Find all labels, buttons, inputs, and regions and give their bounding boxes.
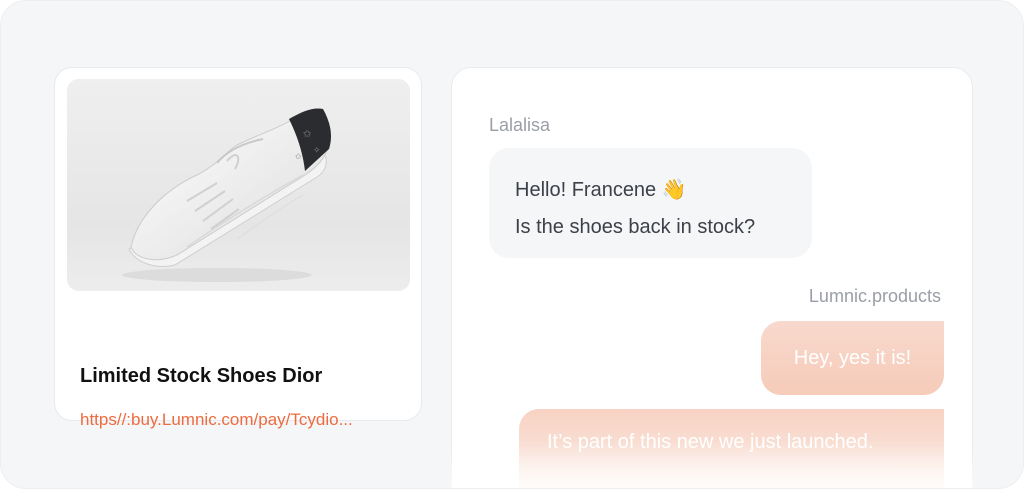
svg-text:✧: ✧ bbox=[313, 146, 321, 156]
message-line: It’s part of this new we just launched. bbox=[547, 431, 874, 453]
message-line: Is the shoes back in stock? bbox=[515, 216, 756, 238]
svg-text:✩: ✩ bbox=[303, 129, 312, 140]
product-card[interactable]: ✩ ✧ ✩ Limited Stock Shoes Dior https//:b… bbox=[54, 67, 422, 429]
sender-name-lumnic: Lumnic.products bbox=[808, 286, 941, 306]
incoming-message-bubble: Hello! Francene 👋 Is the shoes back in s… bbox=[489, 148, 812, 258]
product-image: ✩ ✧ ✩ bbox=[67, 79, 410, 291]
product-link[interactable]: https//:buy.Lumnic.com/pay/Tcydio... bbox=[80, 410, 400, 430]
sender-name-lalalisa: Lalalisa bbox=[489, 115, 551, 135]
product-title: Limited Stock Shoes Dior bbox=[80, 365, 323, 387]
canvas-frame: ✩ ✧ ✩ Limited Stock Shoes Dior https//:b… bbox=[0, 0, 1024, 489]
outgoing-message-bubble-faded: It’s part of this new we just launched. bbox=[519, 409, 944, 488]
message-line: Hey, yes it is! bbox=[793, 346, 912, 369]
sneaker-image: ✩ ✧ ✩ bbox=[67, 79, 410, 291]
svg-text:✩: ✩ bbox=[295, 152, 302, 161]
message-line: Hello! Francene 👋 bbox=[515, 179, 687, 201]
outgoing-message-bubble: Hey, yes it is! bbox=[761, 321, 944, 395]
